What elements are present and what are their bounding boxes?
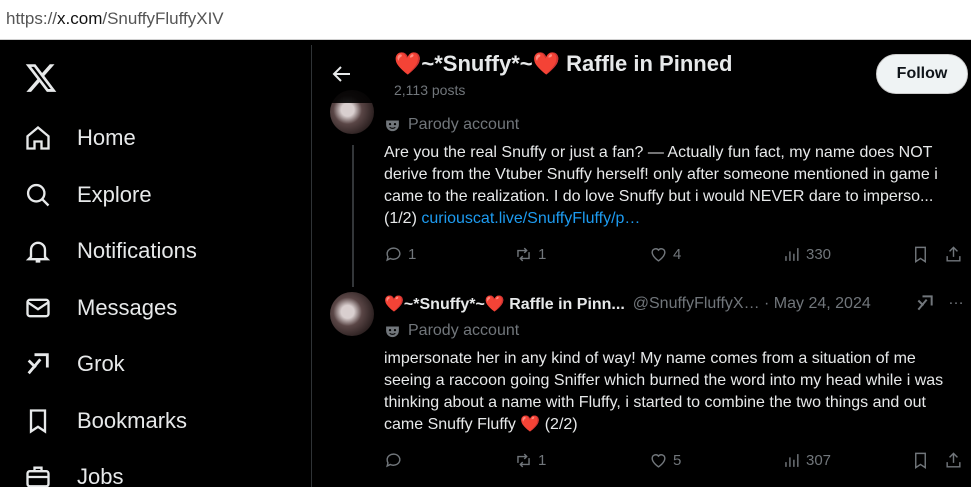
page-title: ❤️~*Snuffy*~❤️ Raffle in Pinned [394,51,732,77]
sidebar-item-bookmarks[interactable]: Bookmarks [24,401,187,441]
sidebar-item-grok[interactable]: Grok [24,344,125,384]
views-count: 307 [806,452,832,469]
parody-label-text: Parody account [408,116,520,133]
tweet-link[interactable]: curiouscat.live/SnuffyFluffy/p… [421,210,640,227]
views-chart-icon [785,248,799,261]
sidebar-item-label: Home [77,125,136,150]
repost-icon [517,453,530,468]
reply-icon [386,453,401,468]
main-column: ❤️~*Snuffy*~❤️ Raffle in Pinned 2,113 po… [312,45,971,487]
reply-icon [386,247,401,262]
sidebar-item-label: Explore [77,182,152,207]
parody-label-text: Parody account [408,322,520,339]
more-options-icon[interactable]: … [948,291,965,309]
share-icon [946,452,961,468]
sidebar-item-jobs[interactable]: Jobs [24,457,123,487]
repost-count: 1 [538,246,547,263]
sidebar-item-label: Bookmarks [77,408,188,433]
tweet-header: ❤️~*Snuffy*~❤️ Raffle in Pinn... @Snuffy… [384,294,871,314]
like-button[interactable]: 4 [649,245,681,264]
thread-line [352,145,354,287]
home-icon [26,125,50,150]
bookmark-button[interactable] [911,451,935,470]
share-button[interactable] [944,451,968,470]
views-button[interactable]: 307 [782,451,831,470]
repost-count: 1 [538,452,547,469]
url-prefix: https:// [6,9,58,28]
sidebar-item-label: Jobs [77,464,124,487]
share-button[interactable] [944,245,968,264]
share-icon [946,246,961,262]
grok-icon [27,353,49,375]
views-count: 330 [806,246,832,263]
url-path: /SnuffyFluffyXIV [102,9,224,28]
mask-icon [386,326,399,337]
profile-header: ❤️~*Snuffy*~❤️ Raffle in Pinned 2,113 po… [312,45,971,103]
avatar[interactable] [330,292,374,336]
bookmark-icon [915,452,926,469]
bell-icon [25,241,51,263]
tweet-body: impersonate her in any kind of way! My n… [384,350,944,433]
handle-and-date[interactable]: @SnuffyFluffyX… · May 24, 2024 [633,295,871,313]
like-count: 4 [673,246,682,263]
sidebar-item-label: Messages [77,295,178,320]
mask-icon [386,120,399,131]
views-button[interactable]: 330 [782,245,831,264]
repost-button[interactable]: 1 [514,451,546,470]
tweet-actions: 1 5 307 [384,451,969,473]
bookmark-icon [915,246,926,263]
heart-icon [651,454,666,468]
like-count: 5 [673,452,682,469]
reply-button[interactable] [384,451,408,470]
repost-icon [517,247,530,262]
url-domain: x.com [57,9,103,28]
display-name[interactable]: ❤️~*Snuffy*~❤️ Raffle in Pinn... [384,294,625,314]
tweet-text: Are you the real Snuffy or just a fan? —… [384,142,944,230]
heart-icon [651,248,666,262]
tweet-ending: ❤️ (2/2) [520,416,578,433]
reply-button[interactable]: 1 [384,245,416,264]
sidebar: Home Explore Notifications Messages Grok… [0,45,312,487]
back-arrow-icon[interactable] [330,62,354,86]
search-icon [26,183,50,207]
views-chart-icon [785,454,799,467]
x-logo-icon[interactable] [24,61,58,95]
tweet-text: impersonate her in any kind of way! My n… [384,348,944,436]
parody-label: Parody account [384,322,519,340]
grok-icon[interactable] [915,293,935,313]
post-count: 2,113 posts [394,82,466,98]
url-text[interactable]: https://x.com/SnuffyFluffyXIV [6,9,224,29]
title-suffix: Raffle in Pinned [560,51,733,76]
tweet-actions: 1 1 4 330 [384,245,969,267]
sidebar-item-label: Notifications [77,238,197,263]
reply-count: 1 [408,246,417,263]
sidebar-item-home[interactable]: Home [24,118,136,158]
sidebar-item-explore[interactable]: Explore [24,175,152,215]
address-bar[interactable]: https://x.com/SnuffyFluffyXIV [0,0,971,40]
repost-button[interactable]: 1 [514,245,546,264]
like-button[interactable]: 5 [649,451,681,470]
bookmark-icon [29,409,47,434]
sidebar-item-messages[interactable]: Messages [24,288,177,328]
sidebar-item-label: Grok [77,351,125,376]
briefcase-icon [26,466,50,487]
sidebar-item-notifications[interactable]: Notifications [24,231,197,271]
mail-icon [26,298,50,318]
title-prefix: ❤️~*Snuffy*~❤️ [394,51,561,76]
bookmark-button[interactable] [911,245,935,264]
parody-label: Parody account [384,116,519,134]
follow-button[interactable]: Follow [876,54,968,94]
